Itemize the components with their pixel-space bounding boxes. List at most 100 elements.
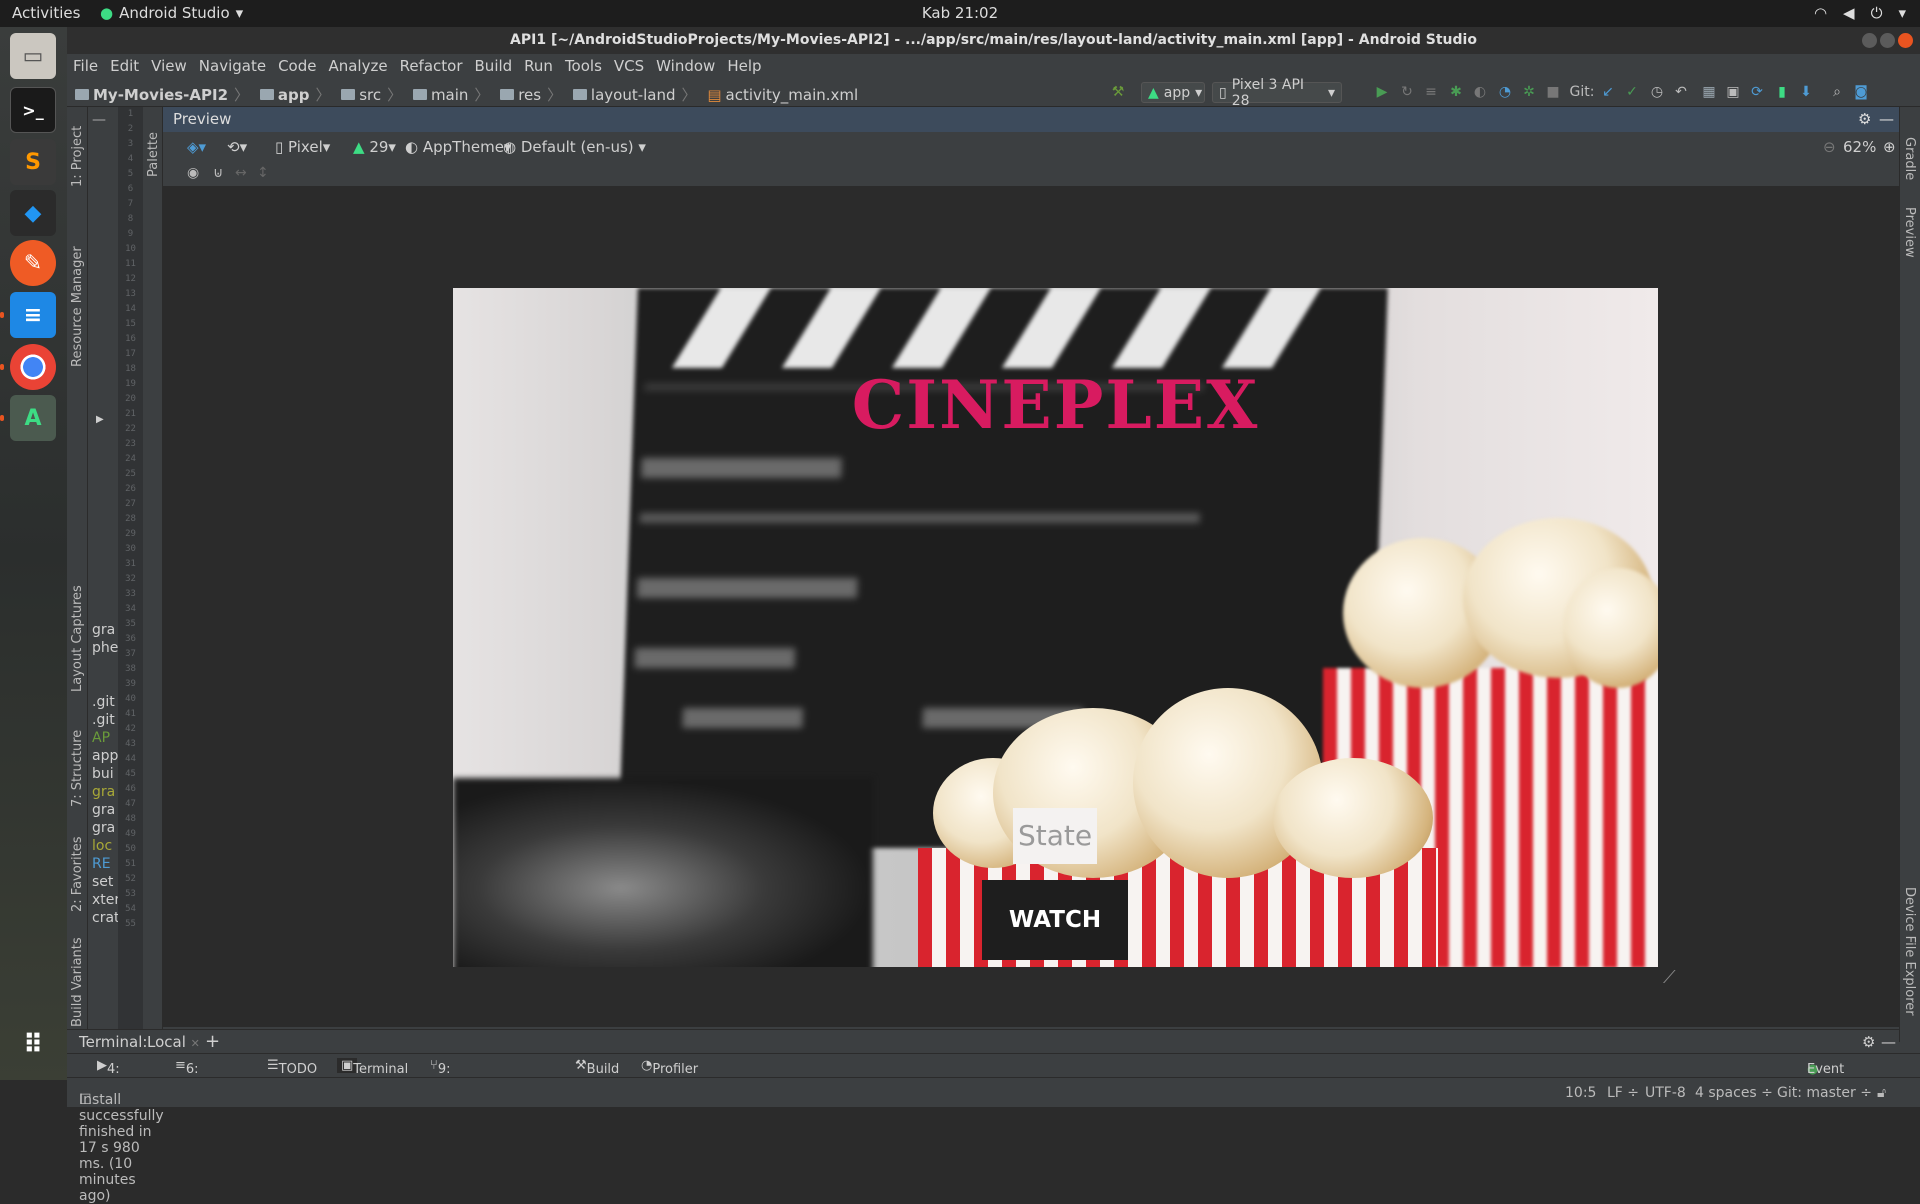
git-history-icon[interactable]: ◷	[1649, 84, 1665, 100]
gradle-tool-tab[interactable]: Gradle	[1902, 137, 1917, 180]
version-control-tool-button[interactable]: ⑂ 9: Version Control	[430, 1058, 486, 1107]
project-tool-tab[interactable]: 1: Project	[70, 126, 85, 187]
breadcrumb-item[interactable]: My-Movies-API2	[75, 86, 228, 104]
menu-window[interactable]: Window	[650, 54, 721, 79]
run-tool-button[interactable]: ▶ 4: Run	[97, 1058, 132, 1092]
close-icon[interactable]: ✕	[191, 1037, 200, 1050]
preview-tool-tab[interactable]: Preview	[1902, 207, 1917, 258]
menu-help[interactable]: Help	[721, 54, 767, 79]
hide-icon[interactable]: —	[1881, 1033, 1896, 1051]
debug-icon[interactable]: ✱	[1448, 84, 1464, 100]
build-tool-button[interactable]: ⚒ Build	[575, 1058, 619, 1077]
gear-icon[interactable]: ⚙	[1858, 110, 1871, 128]
attach-debugger-icon[interactable]: ✲	[1521, 84, 1537, 100]
account-icon[interactable]: ◙	[1853, 84, 1869, 100]
apply-changes-icon[interactable]: ↻	[1399, 84, 1415, 100]
menu-analyze[interactable]: Analyze	[322, 54, 393, 79]
device-select[interactable]: ▯ Pixel▾	[275, 138, 330, 156]
menu-tools[interactable]: Tools	[559, 54, 608, 79]
horizontal-resize-icon[interactable]: ↔	[235, 165, 247, 181]
git-rollback-icon[interactable]: ↶	[1673, 84, 1689, 100]
tree-item[interactable]: RE	[92, 855, 118, 873]
run-config-select[interactable]: ▲ app ▾	[1141, 82, 1205, 103]
chrome-icon[interactable]	[10, 344, 56, 390]
menu-navigate[interactable]: Navigate	[193, 54, 272, 79]
run-icon[interactable]: ▶	[1374, 84, 1390, 100]
avd-manager-icon[interactable]: ▮	[1774, 84, 1790, 100]
menu-code[interactable]: Code	[272, 54, 322, 79]
menu-refactor[interactable]: Refactor	[394, 54, 469, 79]
tree-item[interactable]: .git	[92, 711, 118, 729]
libreoffice-writer-icon[interactable]: ≡	[10, 292, 56, 338]
indent-setting[interactable]: 4 spaces ÷	[1695, 1085, 1773, 1101]
close-button[interactable]	[1898, 33, 1913, 48]
coverage-icon[interactable]: ◐	[1472, 84, 1488, 100]
menu-run[interactable]: Run	[518, 54, 559, 79]
clock[interactable]: Kab 21:02	[0, 4, 1920, 22]
menu-file[interactable]: File	[67, 54, 104, 79]
menu-vcs[interactable]: VCS	[608, 54, 650, 79]
lock-icon[interactable]: 🔓︎	[1877, 1085, 1886, 1101]
menu-build[interactable]: Build	[469, 54, 519, 79]
make-project-icon[interactable]: ⚒	[1110, 84, 1126, 100]
tree-item[interactable]: set	[92, 873, 118, 891]
theme-select[interactable]: ◐ AppTheme▾	[405, 138, 511, 156]
git-commit-icon[interactable]: ✓	[1624, 84, 1640, 100]
build-variants-tool-tab[interactable]: Build Variants	[70, 937, 85, 1027]
device-select[interactable]: ▯ Pixel 3 API 28 ▾	[1212, 77, 1342, 109]
device-file-explorer-tool-tab[interactable]: Device File Explorer	[1902, 887, 1917, 1016]
profile-icon[interactable]: ◔	[1497, 84, 1513, 100]
resource-manager-tool-tab[interactable]: Resource Manager	[70, 246, 85, 367]
orientation-select[interactable]: ⟲▾	[227, 138, 247, 156]
tree-item[interactable]: xter	[92, 891, 118, 909]
menu-edit[interactable]: Edit	[104, 54, 145, 79]
project-tree[interactable]: — ▶ gra phe .git .git AP app bui gra gra…	[88, 107, 118, 1042]
git-update-icon[interactable]: ↙	[1600, 84, 1616, 100]
device-preview[interactable]: CINEPLEX State WATCH OUT	[453, 288, 1658, 967]
profiler-tool-button[interactable]: ◔ Profiler	[641, 1058, 698, 1077]
project-structure-icon[interactable]: ▦	[1701, 84, 1717, 100]
gear-icon[interactable]: ⚙	[1862, 1033, 1875, 1051]
zoom-in-icon[interactable]: ⊕	[1883, 138, 1896, 156]
line-separator[interactable]: LF ÷	[1607, 1085, 1639, 1101]
sdk-manager-icon[interactable]: ⬇	[1798, 84, 1814, 100]
file-encoding[interactable]: UTF-8	[1645, 1085, 1686, 1101]
breadcrumb-item[interactable]: res	[500, 86, 541, 104]
sync-gradle-icon[interactable]: ⟳	[1749, 84, 1765, 100]
tree-item[interactable]: app	[92, 747, 118, 765]
minimize-button[interactable]	[1862, 33, 1877, 48]
layout-captures-tool-tab[interactable]: Layout Captures	[70, 585, 85, 692]
git-branch[interactable]: Git: master ÷	[1777, 1085, 1872, 1101]
design-canvas[interactable]: CINEPLEX State WATCH OUT ⟋	[163, 187, 1899, 1027]
tree-item[interactable]: gra	[92, 621, 118, 639]
vertical-resize-icon[interactable]: ↕	[257, 165, 269, 181]
todo-tool-button[interactable]: ☰ TODO	[267, 1058, 317, 1077]
tree-item[interactable]: gra	[92, 783, 118, 801]
zoom-out-icon[interactable]: ⊖	[1823, 138, 1836, 156]
collapse-icon[interactable]: —	[92, 112, 106, 128]
terminal-icon[interactable]: >_	[10, 87, 56, 133]
files-icon[interactable]: ▭	[10, 33, 56, 79]
breadcrumb-item[interactable]: app	[259, 86, 309, 104]
breadcrumb-item[interactable]: main	[412, 86, 468, 104]
magnet-icon[interactable]: ⊍	[213, 165, 223, 181]
tree-item[interactable]: .git	[92, 693, 118, 711]
new-terminal-button[interactable]: +	[205, 1031, 220, 1052]
terminal-tab-local[interactable]: Local ✕	[147, 1033, 200, 1051]
android-studio-icon[interactable]: A	[10, 395, 56, 441]
tree-item[interactable]: phe	[92, 639, 118, 657]
postman-icon[interactable]: ✎	[10, 240, 56, 286]
state-input[interactable]: State	[1013, 808, 1097, 864]
eye-icon[interactable]: ◉	[187, 165, 199, 181]
sublime-text-icon[interactable]: S	[10, 139, 56, 185]
menu-view[interactable]: View	[145, 54, 193, 79]
stop-icon[interactable]: ■	[1545, 84, 1561, 100]
api-level-select[interactable]: ▲ 29▾	[353, 138, 396, 156]
layout-inspector-icon[interactable]: ▣	[1725, 84, 1741, 100]
watch-out-button[interactable]: WATCH OUT	[982, 880, 1128, 960]
logcat-tool-button[interactable]: ≡ 6: Logcat	[175, 1058, 229, 1092]
system-tray[interactable]: ◠ ◀ ⏻ ▾	[1814, 4, 1906, 22]
favorites-tool-tab[interactable]: 2: Favorites	[70, 836, 85, 912]
locale-select[interactable]: ◍ Default (en-us) ▾	[503, 138, 646, 156]
breadcrumb-item[interactable]: src	[341, 86, 381, 104]
